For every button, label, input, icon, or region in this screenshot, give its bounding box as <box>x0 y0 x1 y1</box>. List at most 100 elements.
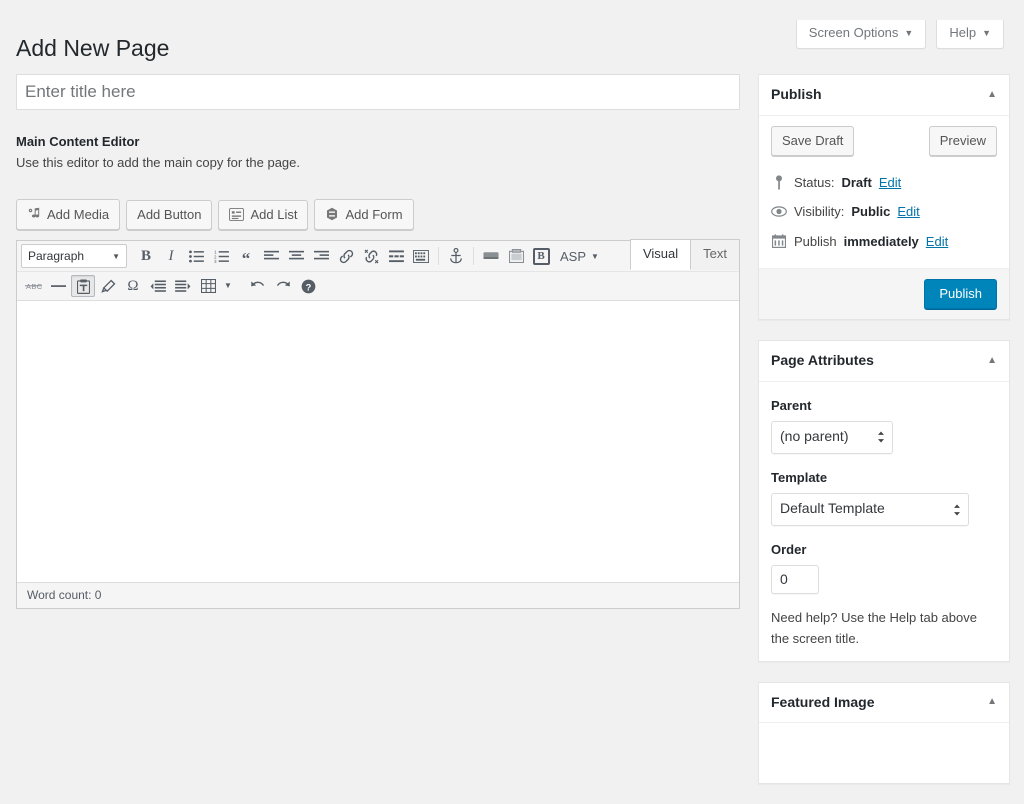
editor-statusbar: Word count: 0 <box>17 582 739 609</box>
format-select-value: Paragraph <box>28 249 85 264</box>
strikethrough-icon[interactable]: ABC <box>21 275 45 297</box>
page-attributes-help-text: Need help? Use the Help tab above the sc… <box>771 610 977 646</box>
blockquote-icon[interactable]: “ <box>234 245 258 267</box>
bootstrap-badge-label: B <box>532 247 550 265</box>
status-line: Status: Draft Edit <box>771 168 997 198</box>
insert-link-icon[interactable] <box>334 245 358 267</box>
publish-panel-title: Publish <box>771 86 822 102</box>
screen-meta-links: Screen Options ▼ Help ▼ <box>795 20 1004 49</box>
schedule-edit-link[interactable]: Edit <box>926 232 948 252</box>
publish-button[interactable]: Publish <box>924 279 997 310</box>
add-media-button[interactable]: Add Media <box>16 199 121 231</box>
visibility-prefix: Visibility: <box>794 204 845 220</box>
svg-text:3: 3 <box>214 259 217 263</box>
horizontal-rule-icon[interactable] <box>46 275 70 297</box>
visibility-edit-link[interactable]: Edit <box>897 202 919 222</box>
align-right-icon[interactable] <box>309 245 333 267</box>
bold-icon[interactable]: B <box>134 245 158 267</box>
add-list-button[interactable]: Add List <box>218 199 309 230</box>
button-shortcode-icon[interactable] <box>479 245 503 267</box>
table-caret-label: ▼ <box>224 281 232 291</box>
gallery-icon[interactable] <box>504 245 528 267</box>
order-input[interactable] <box>771 565 819 595</box>
add-list-label: Add List <box>250 206 298 222</box>
chevron-up-icon[interactable]: ▲ <box>987 355 997 366</box>
toolbar-separator <box>473 247 474 266</box>
align-left-icon[interactable] <box>259 245 283 267</box>
add-media-label: Add Media <box>47 206 110 222</box>
publish-panel-footer: Publish <box>759 268 1009 320</box>
status-edit-link[interactable]: Edit <box>879 173 901 193</box>
publish-button-label: Publish <box>939 286 982 302</box>
status-prefix: Status: <box>794 174 835 190</box>
pin-icon <box>771 175 787 190</box>
toolbar-separator <box>438 247 439 266</box>
tab-visual[interactable]: Visual <box>629 239 692 271</box>
bootstrap-shortcode-icon[interactable]: B <box>529 245 553 267</box>
table-icon[interactable] <box>196 275 220 297</box>
preview-button[interactable]: Preview <box>928 125 997 156</box>
status-value: Draft <box>841 174 872 190</box>
parent-select-value: (no parent) <box>780 428 849 445</box>
eye-icon <box>771 206 787 218</box>
chevron-up-icon[interactable]: ▲ <box>987 89 997 100</box>
screen-options-button[interactable]: Screen Options ▼ <box>795 20 927 49</box>
help-button[interactable]: Help ▼ <box>936 20 1004 49</box>
italic-icon[interactable]: I <box>159 245 183 267</box>
keyboard-icon[interactable] <box>409 245 433 267</box>
preview-label: Preview <box>939 132 986 148</box>
remove-link-icon[interactable] <box>359 245 383 267</box>
publish-panel: Publish ▲ Save Draft Preview Status: Dra… <box>758 74 1010 321</box>
clear-formatting-icon[interactable] <box>96 275 120 297</box>
order-label: Order <box>771 541 807 557</box>
tab-visual-label: Visual <box>642 246 679 262</box>
post-title-input[interactable] <box>16 74 740 110</box>
toolbar-separator <box>240 277 241 295</box>
align-center-icon[interactable] <box>284 245 308 267</box>
editor-section-description: Use this editor to add the main copy for… <box>16 154 301 170</box>
keyboard-shortcuts-icon[interactable]: ? <box>296 275 320 297</box>
media-buttons-bar: Add Media Add Button Add List Add Form <box>16 199 740 231</box>
chevron-down-icon: ▼ <box>591 251 599 261</box>
format-select[interactable]: Paragraph ▼ <box>21 244 127 269</box>
featured-image-body <box>759 723 1009 783</box>
editor-content-area[interactable] <box>17 301 739 583</box>
page-attributes-header[interactable]: Page Attributes ▲ <box>759 341 1009 382</box>
editor-wrapper: Visual Text Paragraph ▼ B I 1 2 3 “ B AS… <box>16 239 740 610</box>
chevron-up-icon[interactable]: ▲ <box>987 697 997 707</box>
visibility-value: Public <box>851 204 891 220</box>
word-count: Word count: 0 <box>27 588 102 603</box>
template-select[interactable]: Default Template <box>771 493 969 526</box>
asp-label: ASP <box>560 248 587 264</box>
parent-label: Parent <box>771 397 812 413</box>
chevron-down-icon: ▼ <box>904 28 914 38</box>
undo-icon[interactable] <box>246 275 270 297</box>
asp-dropdown[interactable]: ASP ▼ <box>554 245 605 267</box>
save-draft-button[interactable]: Save Draft <box>771 125 855 156</box>
paste-as-text-icon[interactable] <box>71 275 95 298</box>
media-icon <box>27 207 41 221</box>
numbered-list-icon[interactable]: 123 <box>209 245 233 267</box>
featured-image-title: Featured Image <box>771 693 875 710</box>
parent-select[interactable]: (no parent) <box>771 421 893 454</box>
table-caret-icon[interactable]: ▼ <box>221 275 235 297</box>
page-attributes-body: Parent (no parent) Template Default Temp… <box>759 382 1009 661</box>
read-more-icon[interactable] <box>384 245 408 267</box>
special-character-icon[interactable]: Ω <box>121 275 145 297</box>
publish-actions-row: Save Draft Preview <box>771 125 997 156</box>
add-form-button[interactable]: Add Form <box>314 199 414 231</box>
publish-panel-header[interactable]: Publish ▲ <box>759 75 1009 116</box>
redo-icon[interactable] <box>271 275 295 297</box>
decrease-indent-icon[interactable] <box>146 275 170 297</box>
tab-text-label: Text <box>703 246 727 262</box>
increase-indent-icon[interactable] <box>171 275 195 297</box>
add-button-button[interactable]: Add Button <box>126 199 213 230</box>
tab-text[interactable]: Text <box>690 239 740 271</box>
featured-image-header[interactable]: Featured Image ▲ <box>759 683 1009 724</box>
bulleted-list-icon[interactable] <box>184 245 208 267</box>
page-attributes-panel: Page Attributes ▲ Parent (no parent) Tem… <box>758 340 1010 662</box>
page-title: Add New Page <box>16 35 170 61</box>
save-draft-label: Save Draft <box>782 132 844 148</box>
anchor-icon[interactable] <box>444 245 468 267</box>
visibility-line: Visibility: Public Edit <box>771 197 997 227</box>
